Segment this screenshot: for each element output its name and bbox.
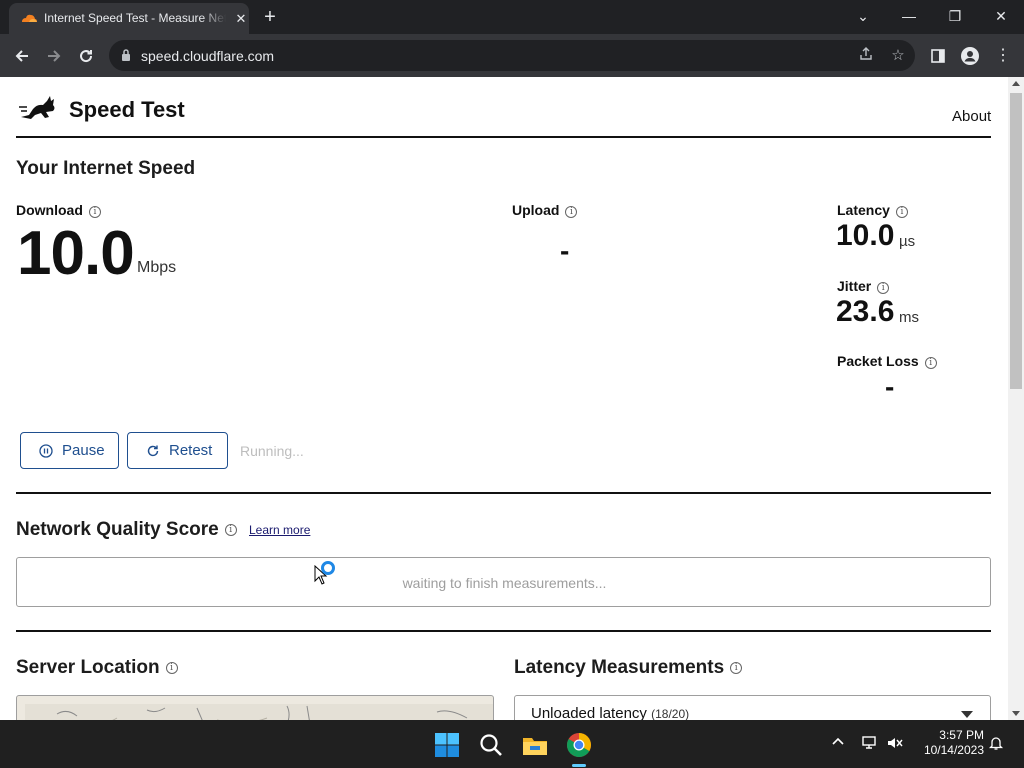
restore-button[interactable]: ❐: [940, 4, 970, 28]
retest-label: Retest: [169, 442, 213, 459]
scroll-thumb[interactable]: [1010, 93, 1022, 389]
clock-time: 3:57 PM: [939, 728, 984, 742]
section-divider: [16, 492, 991, 494]
jitter-label: Jitter i: [837, 278, 890, 294]
lock-icon[interactable]: [121, 48, 131, 62]
learn-more-link[interactable]: Learn more: [249, 523, 310, 537]
pause-button[interactable]: Pause: [20, 432, 119, 469]
latency-label-text: Latency: [837, 202, 890, 218]
server-location-heading: Server Location i: [16, 657, 178, 679]
test-status: Running...: [240, 443, 304, 459]
latency-measurements-heading-text: Latency Measurements: [514, 657, 725, 678]
tab-title: Internet Speed Test - Measure Network Pe…: [44, 11, 226, 25]
upload-label: Upload i: [512, 202, 578, 218]
system-clock[interactable]: 3:57 PM 10/14/2023: [914, 728, 984, 758]
cloudflare-favicon-icon: [22, 14, 37, 22]
latency-select-value: Unloaded latency (18/20): [531, 705, 689, 720]
jitter-unit: ms: [899, 309, 919, 326]
server-location-heading-text: Server Location: [16, 657, 160, 678]
profile-avatar-icon[interactable]: [958, 44, 982, 68]
network-quality-status: waiting to finish measurements...: [402, 575, 607, 591]
download-unit: Mbps: [137, 259, 177, 276]
pause-icon: [39, 443, 53, 458]
file-explorer-icon[interactable]: [522, 732, 548, 758]
tab-close-icon[interactable]: ✕: [233, 11, 249, 27]
download-value: 10.0: [17, 219, 135, 288]
latency-measurements-heading: Latency Measurements i: [514, 657, 743, 679]
packet-loss-label: Packet Loss i: [837, 353, 937, 369]
info-icon[interactable]: i: [877, 282, 890, 294]
latency-label: Latency i: [837, 202, 908, 218]
site-title: Speed Test: [69, 97, 185, 122]
jitter-label-text: Jitter: [837, 278, 872, 294]
reload-icon[interactable]: [74, 44, 98, 68]
network-quality-heading: Network Quality Score i: [16, 519, 237, 541]
new-tab-button[interactable]: +: [259, 6, 281, 28]
latency-value: 10.0: [836, 219, 895, 252]
packet-loss-value: -: [885, 371, 895, 402]
browser-tab[interactable]: Internet Speed Test - Measure Network Pe…: [9, 3, 249, 34]
page-scrollbar[interactable]: [1008, 77, 1024, 720]
active-app-indicator: [572, 764, 586, 767]
server-location-map[interactable]: [16, 695, 494, 720]
latency-select-count: (18/20): [651, 707, 690, 720]
network-quality-heading-text: Network Quality Score: [16, 519, 219, 540]
dropdown-caret-icon: [961, 711, 973, 718]
packet-loss-label-text: Packet Loss: [837, 353, 919, 369]
latency-type-select[interactable]: Unloaded latency (18/20): [514, 695, 991, 720]
info-icon[interactable]: i: [895, 206, 908, 218]
share-icon[interactable]: [856, 46, 876, 66]
scroll-up-arrow-icon[interactable]: [1012, 81, 1020, 86]
close-window-button[interactable]: ✕: [986, 4, 1016, 28]
hidden-icons-chevron-icon[interactable]: [829, 735, 847, 753]
forward-arrow-icon[interactable]: [42, 44, 66, 68]
search-icon[interactable]: [478, 732, 504, 758]
windows-start-icon[interactable]: [434, 732, 460, 758]
info-icon[interactable]: i: [730, 662, 743, 674]
download-label-text: Download: [16, 202, 83, 218]
notification-bell-icon[interactable]: [987, 735, 1005, 753]
chrome-icon[interactable]: [566, 732, 592, 758]
minimize-button[interactable]: —: [894, 4, 924, 28]
map-terrain-icon: [25, 704, 493, 720]
network-quality-panel: waiting to finish measurements...: [16, 557, 991, 607]
browser-toolbar: speed.cloudflare.com ☆ ⋮: [0, 34, 1024, 77]
download-label: Download i: [16, 202, 101, 218]
busy-spinner-icon: [321, 561, 335, 575]
side-panel-icon[interactable]: [926, 44, 950, 68]
info-icon[interactable]: i: [88, 206, 101, 218]
url-text[interactable]: speed.cloudflare.com: [141, 48, 274, 64]
latency-select-text: Unloaded latency: [531, 705, 647, 720]
tab-search-chevron-icon[interactable]: ⌄: [848, 4, 878, 28]
internet-speed-heading: Your Internet Speed: [16, 158, 196, 179]
menu-kebab-icon[interactable]: ⋮: [991, 44, 1015, 68]
jitter-value: 23.6: [836, 295, 895, 328]
section-divider: [16, 630, 991, 632]
scroll-down-arrow-icon[interactable]: [1012, 711, 1020, 716]
about-link[interactable]: About: [952, 108, 991, 125]
upload-value: -: [560, 235, 570, 266]
upload-label-text: Upload: [512, 202, 560, 218]
windows-taskbar: 3:57 PM 10/14/2023: [0, 720, 1024, 768]
info-icon[interactable]: i: [924, 357, 937, 369]
retest-icon: [147, 445, 159, 456]
browser-tab-bar: Internet Speed Test - Measure Network Pe…: [0, 0, 1024, 34]
pause-label: Pause: [62, 442, 105, 459]
rabbit-logo-icon: [19, 96, 55, 119]
clock-date: 10/14/2023: [923, 743, 984, 757]
info-icon[interactable]: i: [565, 206, 578, 218]
info-icon[interactable]: i: [224, 524, 237, 536]
header-divider: [16, 136, 991, 138]
back-arrow-icon[interactable]: [10, 44, 34, 68]
page-content: Speed Test About Your Internet Speed Dow…: [0, 77, 1024, 720]
address-bar[interactable]: speed.cloudflare.com ☆: [109, 40, 915, 71]
info-icon[interactable]: i: [165, 662, 178, 674]
retest-button[interactable]: Retest: [127, 432, 228, 469]
network-icon[interactable]: [860, 735, 878, 753]
latency-unit: µs: [899, 233, 916, 250]
bookmark-star-icon[interactable]: ☆: [888, 46, 908, 66]
volume-muted-icon[interactable]: [886, 735, 904, 753]
